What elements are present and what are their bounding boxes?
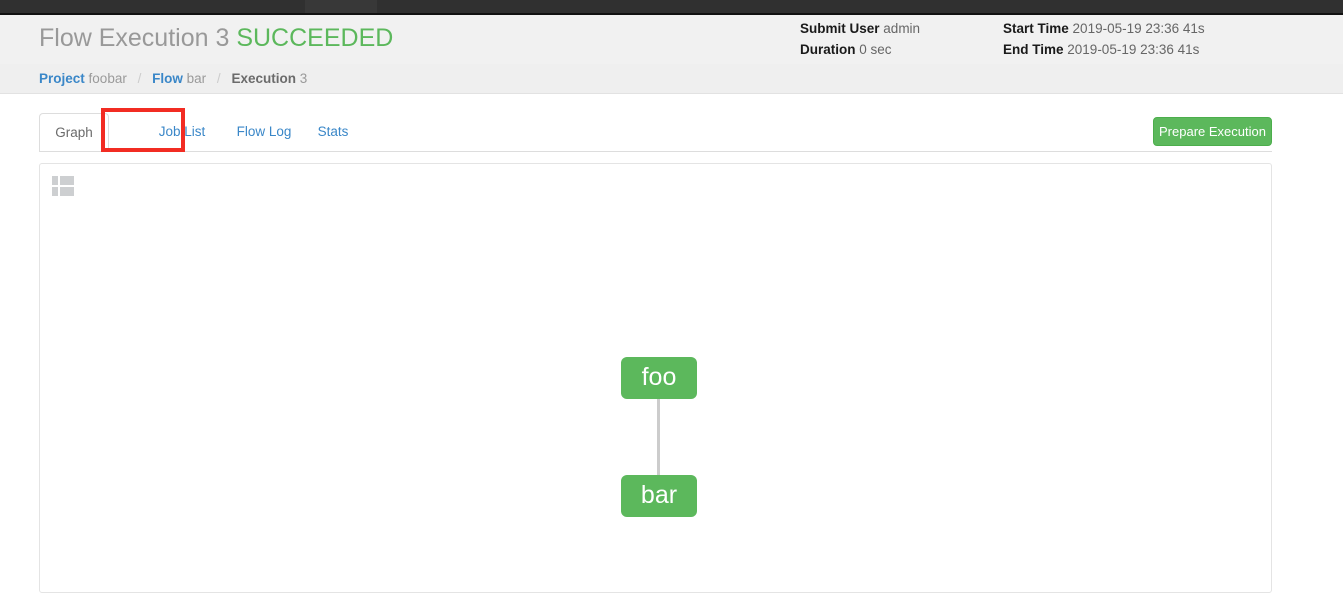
breadcrumb-flow-value: bar <box>186 71 207 86</box>
start-time-label: Start Time <box>1003 21 1069 36</box>
graph-edge-foo-bar <box>657 399 660 475</box>
execution-meta-left: Submit User admin Duration 0 sec <box>800 18 920 60</box>
end-time-label: End Time <box>1003 42 1064 57</box>
breadcrumb: Project foobar / Flow bar / Execution 3 <box>39 71 307 86</box>
execution-meta-right: Start Time 2019-05-19 23:36 41s End Time… <box>1003 18 1205 60</box>
breadcrumb-execution-label: Execution <box>231 71 296 86</box>
breadcrumb-execution-value: 3 <box>299 71 308 86</box>
breadcrumb-item-project[interactable]: Project foobar <box>39 71 127 86</box>
status-badge: SUCCEEDED <box>236 24 394 52</box>
submit-user-value: admin <box>883 21 921 36</box>
duration-value: 0 sec <box>859 42 892 57</box>
breadcrumb-project-value: foobar <box>88 71 127 86</box>
tab-flow-log[interactable]: Flow Log <box>224 113 304 152</box>
graph-panel: foo bar <box>39 163 1272 593</box>
end-time-value: 2019-05-19 23:36 41s <box>1067 42 1200 57</box>
start-time-row: Start Time 2019-05-19 23:36 41s <box>1003 18 1205 39</box>
page-title: Flow Execution 3 SUCCEEDED <box>39 24 393 53</box>
duration-row: Duration 0 sec <box>800 39 920 60</box>
tab-highlight-box <box>101 108 185 152</box>
end-time-row: End Time 2019-05-19 23:36 41s <box>1003 39 1205 60</box>
breadcrumb-separator-1: / <box>137 71 142 86</box>
graph-node-bar[interactable]: bar <box>621 475 697 517</box>
tab-stats[interactable]: Stats <box>304 113 362 152</box>
breadcrumb-item-flow[interactable]: Flow bar <box>152 71 206 86</box>
flow-graph-canvas[interactable]: foo bar <box>40 164 1271 592</box>
submit-user-label: Submit User <box>800 21 880 36</box>
graph-node-foo[interactable]: foo <box>621 357 697 399</box>
breadcrumb-separator-2: / <box>216 71 221 86</box>
tab-bar: Graph Job List Flow Log Stats <box>39 113 1272 152</box>
breadcrumb-project-label: Project <box>39 71 85 86</box>
browser-chrome-bar <box>0 0 1343 13</box>
breadcrumb-item-execution: Execution 3 <box>231 71 307 86</box>
start-time-value: 2019-05-19 23:36 41s <box>1072 21 1205 36</box>
tab-bar-underline <box>39 151 1272 152</box>
browser-tab[interactable] <box>305 0 377 13</box>
tab-graph[interactable]: Graph <box>39 113 109 152</box>
breadcrumb-flow-label: Flow <box>152 71 183 86</box>
duration-label: Duration <box>800 42 856 57</box>
submit-user-row: Submit User admin <box>800 18 920 39</box>
prepare-execution-button[interactable]: Prepare Execution <box>1153 117 1272 146</box>
page-title-text: Flow Execution 3 <box>39 24 230 52</box>
